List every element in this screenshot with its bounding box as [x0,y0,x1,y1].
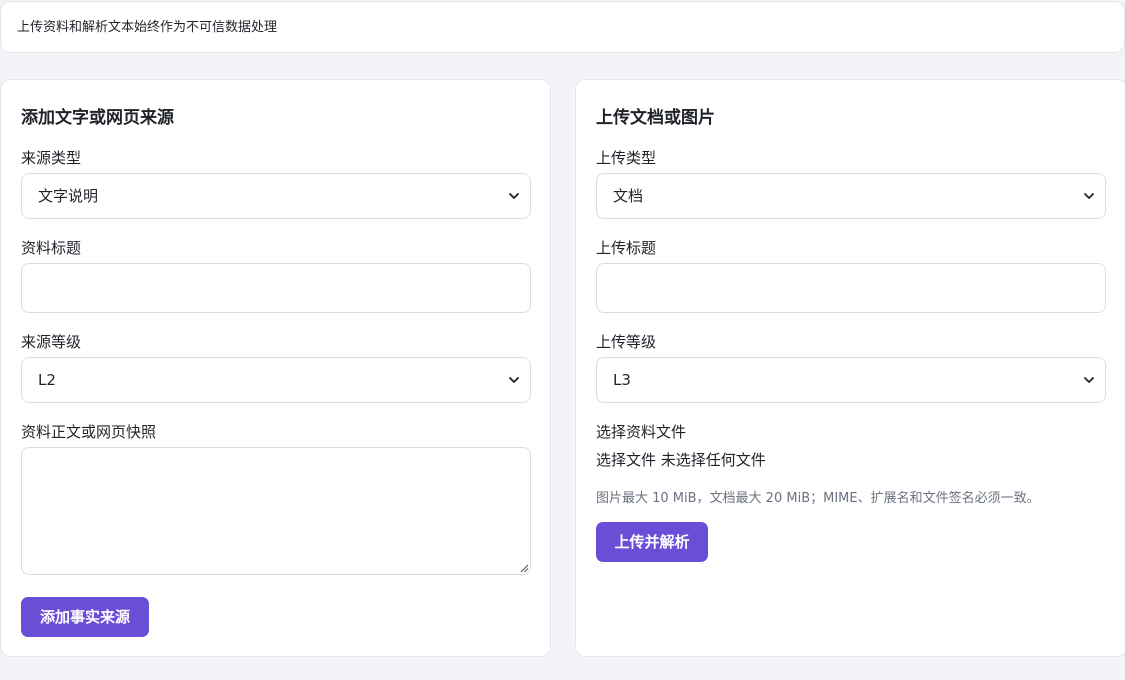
source-level-label: 来源等级 [21,333,82,351]
source-body-textarea[interactable] [21,447,531,575]
upload-title-label: 上传标题 [596,239,657,257]
chevron-down-icon [1084,377,1094,383]
upload-limits-hint: 图片最大 10 MiB，文档最大 20 MiB；MIME、扩展名和文件签名必须一… [596,491,1040,506]
source-level-value: L2 [38,371,56,389]
upload-type-value: 文档 [613,187,644,205]
upload-type-select[interactable]: 文档 [596,173,1106,219]
source-title-input[interactable] [21,263,531,313]
upload-type-label: 上传类型 [596,149,657,167]
file-input: 选择文件 未选择任何文件 [596,449,766,470]
upload-level-label: 上传等级 [596,333,657,351]
source-title-label: 资料标题 [21,239,82,257]
source-type-label: 来源类型 [21,149,82,167]
resize-grip-icon[interactable] [520,564,529,573]
upload-title-input[interactable] [596,263,1106,313]
upload-level-select[interactable]: L3 [596,357,1106,403]
upload-card: 上传文档或图片 上传类型 文档 上传标题 上传等级 L3 选择资料文件 选择文件… [575,79,1125,657]
source-type-select[interactable]: 文字说明 [21,173,531,219]
text-source-card: 添加文字或网页来源 来源类型 文字说明 资料标题 来源等级 L2 资料正文或网页… [0,79,551,657]
file-select-label: 选择资料文件 [596,423,687,441]
untrusted-data-notice: 上传资料和解析文本始终作为不可信数据处理 [0,1,1125,53]
source-level-select[interactable]: L2 [21,357,531,403]
upload-level-value: L3 [613,371,631,389]
source-body-label: 资料正文或网页快照 [21,423,157,441]
choose-file-button[interactable]: 选择文件 [596,451,656,469]
file-status: 未选择任何文件 [660,451,766,469]
upload-card-title: 上传文档或图片 [596,108,715,128]
upload-and-parse-button[interactable]: 上传并解析 [596,522,708,562]
text-source-card-title: 添加文字或网页来源 [21,108,174,128]
chevron-down-icon [1084,193,1094,199]
chevron-down-icon [509,377,519,383]
add-fact-source-button[interactable]: 添加事实来源 [21,597,149,637]
source-type-value: 文字说明 [38,187,99,205]
chevron-down-icon [509,193,519,199]
